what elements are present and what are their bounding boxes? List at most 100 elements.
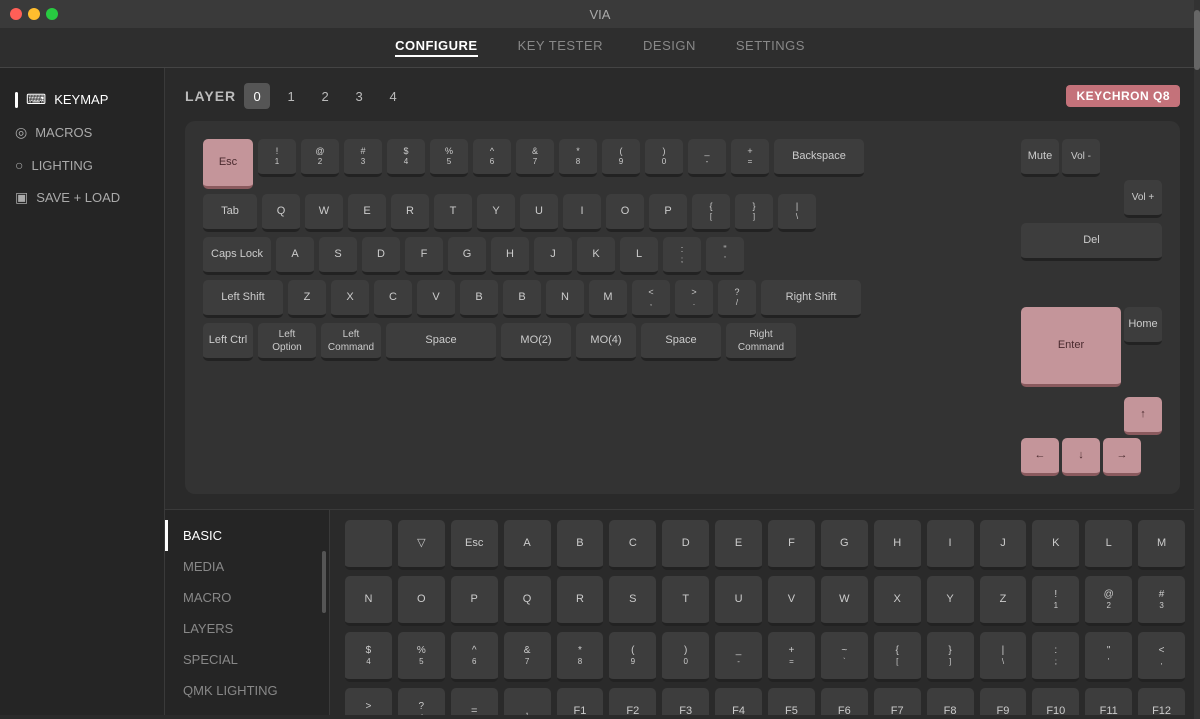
grid-key-esc[interactable]: Esc [451, 520, 498, 570]
key-vol-down[interactable]: Vol - [1062, 139, 1100, 177]
grid-key-n[interactable]: N [345, 576, 392, 626]
key-esc[interactable]: Esc [203, 139, 253, 189]
key-r[interactable]: R [391, 194, 429, 232]
grid-key-lt[interactable]: <, [1138, 632, 1185, 682]
sidebar-item-macros[interactable]: ◎ MACROS [0, 116, 164, 149]
grid-key-f10[interactable]: F10 [1032, 688, 1079, 715]
minimize-button[interactable] [28, 8, 40, 20]
key-m[interactable]: M [589, 280, 627, 318]
grid-key-eq[interactable]: = [451, 688, 498, 715]
grid-key-f1[interactable]: F1 [557, 688, 604, 715]
grid-key-blank[interactable] [345, 520, 392, 570]
key-1[interactable]: !1 [258, 139, 296, 177]
grid-key-dollar[interactable]: $4 [345, 632, 392, 682]
grid-key-tilde[interactable]: ~` [821, 632, 868, 682]
nav-design[interactable]: DESIGN [643, 38, 696, 57]
key-home[interactable]: Home [1124, 307, 1162, 345]
key-6[interactable]: ^6 [473, 139, 511, 177]
scrollbar[interactable] [322, 551, 326, 613]
nav-configure[interactable]: CONFIGURE [395, 38, 478, 57]
key-equals[interactable]: += [731, 139, 769, 177]
key-k[interactable]: K [577, 237, 615, 275]
grid-key-p[interactable]: P [451, 576, 498, 626]
grid-key-star[interactable]: *8 [557, 632, 604, 682]
grid-key-f6[interactable]: F6 [821, 688, 868, 715]
key-3[interactable]: #3 [344, 139, 382, 177]
grid-key-dquote[interactable]: "' [1085, 632, 1132, 682]
grid-key-b[interactable]: B [557, 520, 604, 570]
nav-key-tester[interactable]: KEY TESTER [518, 38, 603, 57]
key-left-command[interactable]: LeftCommand [321, 323, 381, 361]
grid-key-x[interactable]: X [874, 576, 921, 626]
key-b-right[interactable]: B [503, 280, 541, 318]
key-j[interactable]: J [534, 237, 572, 275]
grid-key-u[interactable]: U [715, 576, 762, 626]
key-mute[interactable]: Mute [1021, 139, 1059, 177]
key-right-command[interactable]: RightCommand [726, 323, 796, 361]
scrollbar-right[interactable] [1194, 509, 1200, 715]
grid-key-y[interactable]: Y [927, 576, 974, 626]
grid-key-f5[interactable]: F5 [768, 688, 815, 715]
sidebar-item-lighting[interactable]: ○ LIGHTING [0, 149, 164, 181]
key-y[interactable]: Y [477, 194, 515, 232]
key-e[interactable]: E [348, 194, 386, 232]
key-u[interactable]: U [520, 194, 558, 232]
grid-key-i[interactable]: I [927, 520, 974, 570]
key-del[interactable]: Del [1021, 223, 1162, 261]
grid-key-e[interactable]: E [715, 520, 762, 570]
bottom-sidebar-layers[interactable]: LAYERS [165, 613, 329, 644]
grid-key-caret[interactable]: ^6 [451, 632, 498, 682]
key-right-shift[interactable]: Right Shift [761, 280, 861, 318]
key-comma[interactable]: <, [632, 280, 670, 318]
key-semicolon[interactable]: :; [663, 237, 701, 275]
grid-key-pipe[interactable]: |\ [980, 632, 1027, 682]
grid-key-s[interactable]: S [609, 576, 656, 626]
grid-key-uscore[interactable]: _- [715, 632, 762, 682]
key-enter[interactable]: Enter [1021, 307, 1121, 387]
key-s[interactable]: S [319, 237, 357, 275]
grid-key-colon[interactable]: :; [1032, 632, 1079, 682]
key-h[interactable]: H [491, 237, 529, 275]
key-q[interactable]: Q [262, 194, 300, 232]
grid-key-plus[interactable]: += [768, 632, 815, 682]
grid-key-z[interactable]: Z [980, 576, 1027, 626]
key-2[interactable]: @2 [301, 139, 339, 177]
layer-btn-2[interactable]: 2 [312, 83, 338, 109]
grid-key-f2[interactable]: F2 [609, 688, 656, 715]
grid-key-o[interactable]: O [398, 576, 445, 626]
bottom-sidebar-custom[interactable]: CUSTOM [165, 706, 329, 715]
key-space-right[interactable]: Space [641, 323, 721, 361]
grid-key-m[interactable]: M [1138, 520, 1185, 570]
key-up[interactable]: ↑ [1124, 397, 1162, 435]
grid-key-lbrace[interactable]: {[ [874, 632, 921, 682]
key-7[interactable]: &7 [516, 139, 554, 177]
grid-key-f11[interactable]: F11 [1085, 688, 1132, 715]
key-right[interactable]: → [1103, 438, 1141, 476]
key-backslash[interactable]: |\ [778, 194, 816, 232]
layer-btn-1[interactable]: 1 [278, 83, 304, 109]
grid-key-t[interactable]: T [662, 576, 709, 626]
key-o[interactable]: O [606, 194, 644, 232]
grid-key-k[interactable]: K [1032, 520, 1079, 570]
grid-key-f8[interactable]: F8 [927, 688, 974, 715]
key-l[interactable]: L [620, 237, 658, 275]
key-space-left[interactable]: Space [386, 323, 496, 361]
grid-key-amp[interactable]: &7 [504, 632, 551, 682]
grid-key-f9[interactable]: F9 [980, 688, 1027, 715]
key-g[interactable]: G [448, 237, 486, 275]
key-left-option[interactable]: LeftOption [258, 323, 316, 361]
grid-key-g[interactable]: G [821, 520, 868, 570]
grid-key-rparen[interactable]: )0 [662, 632, 709, 682]
key-mo2[interactable]: MO(2) [501, 323, 571, 361]
key-mo4[interactable]: MO(4) [576, 323, 636, 361]
key-n[interactable]: N [546, 280, 584, 318]
key-9[interactable]: (9 [602, 139, 640, 177]
key-vol-up[interactable]: Vol + [1124, 180, 1162, 218]
layer-btn-3[interactable]: 3 [346, 83, 372, 109]
grid-key-rbrace[interactable]: }] [927, 632, 974, 682]
grid-key-w[interactable]: W [821, 576, 868, 626]
bottom-sidebar-media[interactable]: MEDIA [165, 551, 329, 582]
key-quote[interactable]: "' [706, 237, 744, 275]
key-b-left[interactable]: B [460, 280, 498, 318]
grid-key-percent[interactable]: %5 [398, 632, 445, 682]
